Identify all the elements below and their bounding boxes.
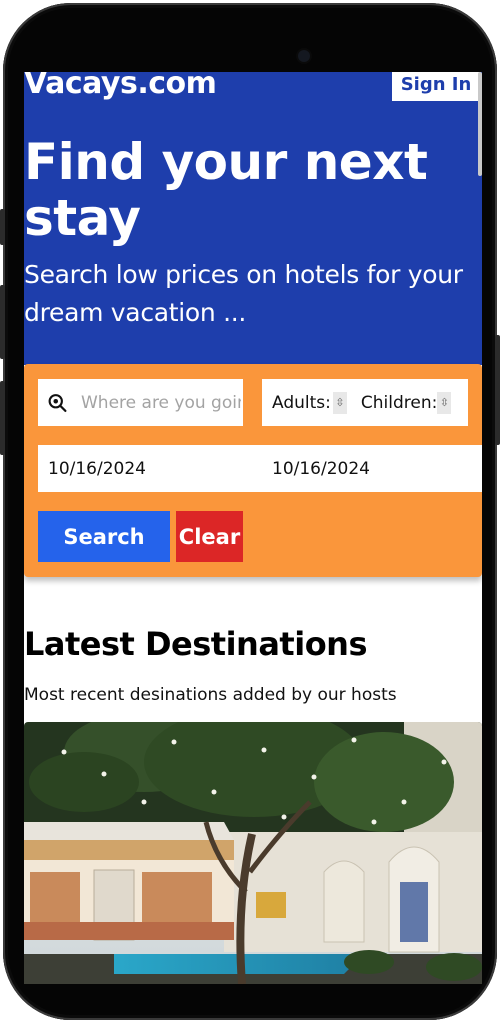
destination-card-image[interactable] (24, 722, 482, 984)
destination-input[interactable] (79, 391, 243, 414)
check-out-date: 10/16/2024 (272, 458, 370, 479)
sign-in-button[interactable]: Sign In (392, 72, 480, 101)
hero-headline: Find your next stay (24, 133, 428, 247)
camera-icon (298, 50, 310, 62)
destination-field[interactable] (38, 379, 243, 426)
hero-tagline: Search low prices on hotels for your dre… (24, 260, 463, 327)
scrollbar-thumb[interactable] (478, 72, 482, 176)
clear-button[interactable]: Clear (176, 511, 243, 562)
search-button[interactable]: Search (38, 511, 170, 562)
app-screen: Vacays.com Sign In Find your next stay S… (24, 72, 482, 984)
brand-logo[interactable]: Vacays.com (24, 72, 217, 101)
latest-destinations-title: Latest Destinations (24, 625, 368, 663)
children-label: Children: (360, 392, 438, 413)
adults-stepper[interactable]: ⇳ (332, 391, 347, 414)
phone-side-button (0, 209, 5, 245)
check-in-date-field[interactable]: 10/16/2024 (38, 445, 258, 492)
destination-photo (24, 722, 482, 984)
search-panel: Adults: ⇳ Children: ⇳ 10/16/2024 10/16/2… (24, 364, 482, 577)
map-pin-icon (48, 393, 67, 412)
phone-power-button (495, 335, 500, 445)
hero-section: Vacays.com Sign In Find your next stay S… (24, 72, 482, 365)
phone-volume-down (0, 381, 5, 455)
phone-volume-up (0, 285, 5, 359)
children-stepper[interactable]: ⇳ (437, 391, 452, 414)
latest-destinations-subtitle: Most recent desinations added by our hos… (24, 685, 397, 705)
check-out-date-field[interactable]: 10/16/2024 (258, 445, 482, 492)
guest-count-field: Adults: ⇳ Children: ⇳ (262, 379, 468, 426)
check-in-date: 10/16/2024 (48, 458, 146, 479)
adults-label: Adults: (272, 392, 331, 413)
